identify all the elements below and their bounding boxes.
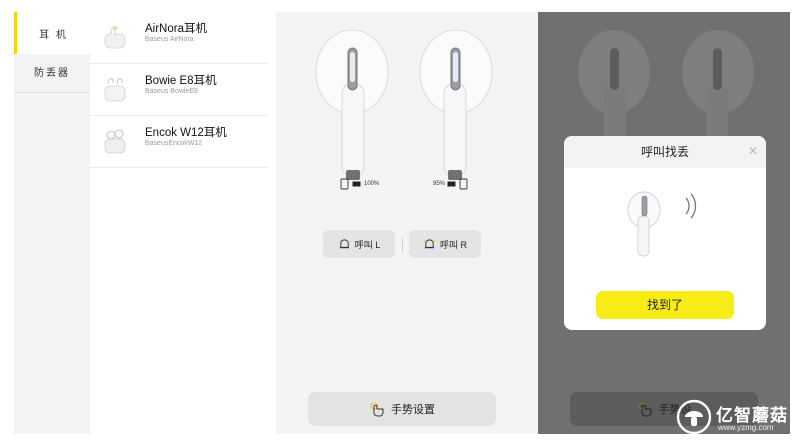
alarm-bell-icon [423, 238, 436, 248]
gesture-settings-label: 手势设置 [391, 404, 435, 416]
ringing-earbud-image [627, 191, 697, 257]
device-row-bowie-e8[interactable]: Bowie E8耳机 Baseus BowieE8 [90, 64, 268, 116]
device-model: Baseus BowieE8 [145, 88, 198, 95]
call-divider [402, 238, 403, 252]
dialog-title: 呼叫找丢 [640, 145, 689, 159]
call-right-button[interactable]: 呼叫 R [409, 230, 481, 258]
right-battery: 95% [433, 178, 469, 190]
earbuds-case-icon [104, 78, 126, 102]
sidebar-item-anti-loss[interactable]: 防丢器 [14, 51, 90, 93]
phone-icon [459, 178, 468, 190]
left-battery: 100% [340, 178, 379, 190]
phone-icon [340, 178, 349, 190]
close-icon[interactable]: ✕ [748, 144, 758, 158]
sidebar-item-earphones[interactable]: 耳 机 [14, 12, 90, 54]
device-name: Bowie E8耳机 [145, 75, 217, 87]
earbud-detail-panel: 100% 95% 呼叫 L 呼叫 R 手势设置 [276, 12, 538, 434]
call-left-label: 呼叫 L [354, 239, 381, 250]
found-button-label: 找到了 [646, 298, 683, 312]
earbuds-case-icon [104, 25, 126, 49]
device-row-encok-w12[interactable]: Encok W12耳机 BaseusEncokW12 [90, 116, 268, 168]
right-battery-value: 95% [433, 181, 446, 187]
battery-icon [447, 181, 456, 187]
category-sidebar: 耳 机 防丢器 [14, 12, 90, 434]
watermark-logo: 亿智蘑菇 www.yzmg.com [676, 399, 796, 439]
device-name: Encok W12耳机 [145, 127, 227, 139]
found-button[interactable]: 找到了 [596, 291, 734, 319]
device-model: BaseusEncokW12 [145, 140, 203, 147]
device-model: Baseus AirNora [145, 36, 194, 43]
device-row-airnora[interactable]: AirNora耳机 Baseus AirNora [90, 12, 268, 64]
battery-icon [352, 181, 361, 187]
dialog-header: 呼叫找丢 [564, 136, 766, 168]
tap-gesture-icon [370, 402, 384, 417]
device-list-panel: 耳 机 防丢器 AirNora耳机 Baseus AirNora Bowie E… [14, 12, 268, 434]
sidebar-item-label: 耳 机 [39, 29, 68, 41]
device-name: AirNora耳机 [145, 23, 207, 35]
call-left-button[interactable]: 呼叫 L [323, 230, 395, 258]
mushroom-logo-icon [676, 399, 712, 435]
left-battery-value: 100% [364, 181, 380, 187]
call-right-label: 呼叫 R [439, 239, 467, 250]
earbuds-case-icon [104, 129, 126, 154]
watermark-url: www.yzmg.com [718, 423, 774, 432]
sidebar-item-label: 防丢器 [34, 68, 70, 79]
tap-gesture-icon [638, 402, 651, 417]
alarm-bell-icon [338, 238, 351, 248]
find-dialog: 呼叫找丢 ✕ 找到了 [564, 136, 766, 330]
find-earbud-panel: 手势设 呼叫找丢 ✕ 找到了 [538, 12, 790, 434]
right-earbud-image [419, 29, 493, 180]
left-earbud-image [315, 29, 389, 180]
left-earbud-image [578, 30, 650, 144]
gesture-settings-button[interactable]: 手势设置 [308, 392, 496, 426]
right-earbud-image [682, 30, 754, 144]
